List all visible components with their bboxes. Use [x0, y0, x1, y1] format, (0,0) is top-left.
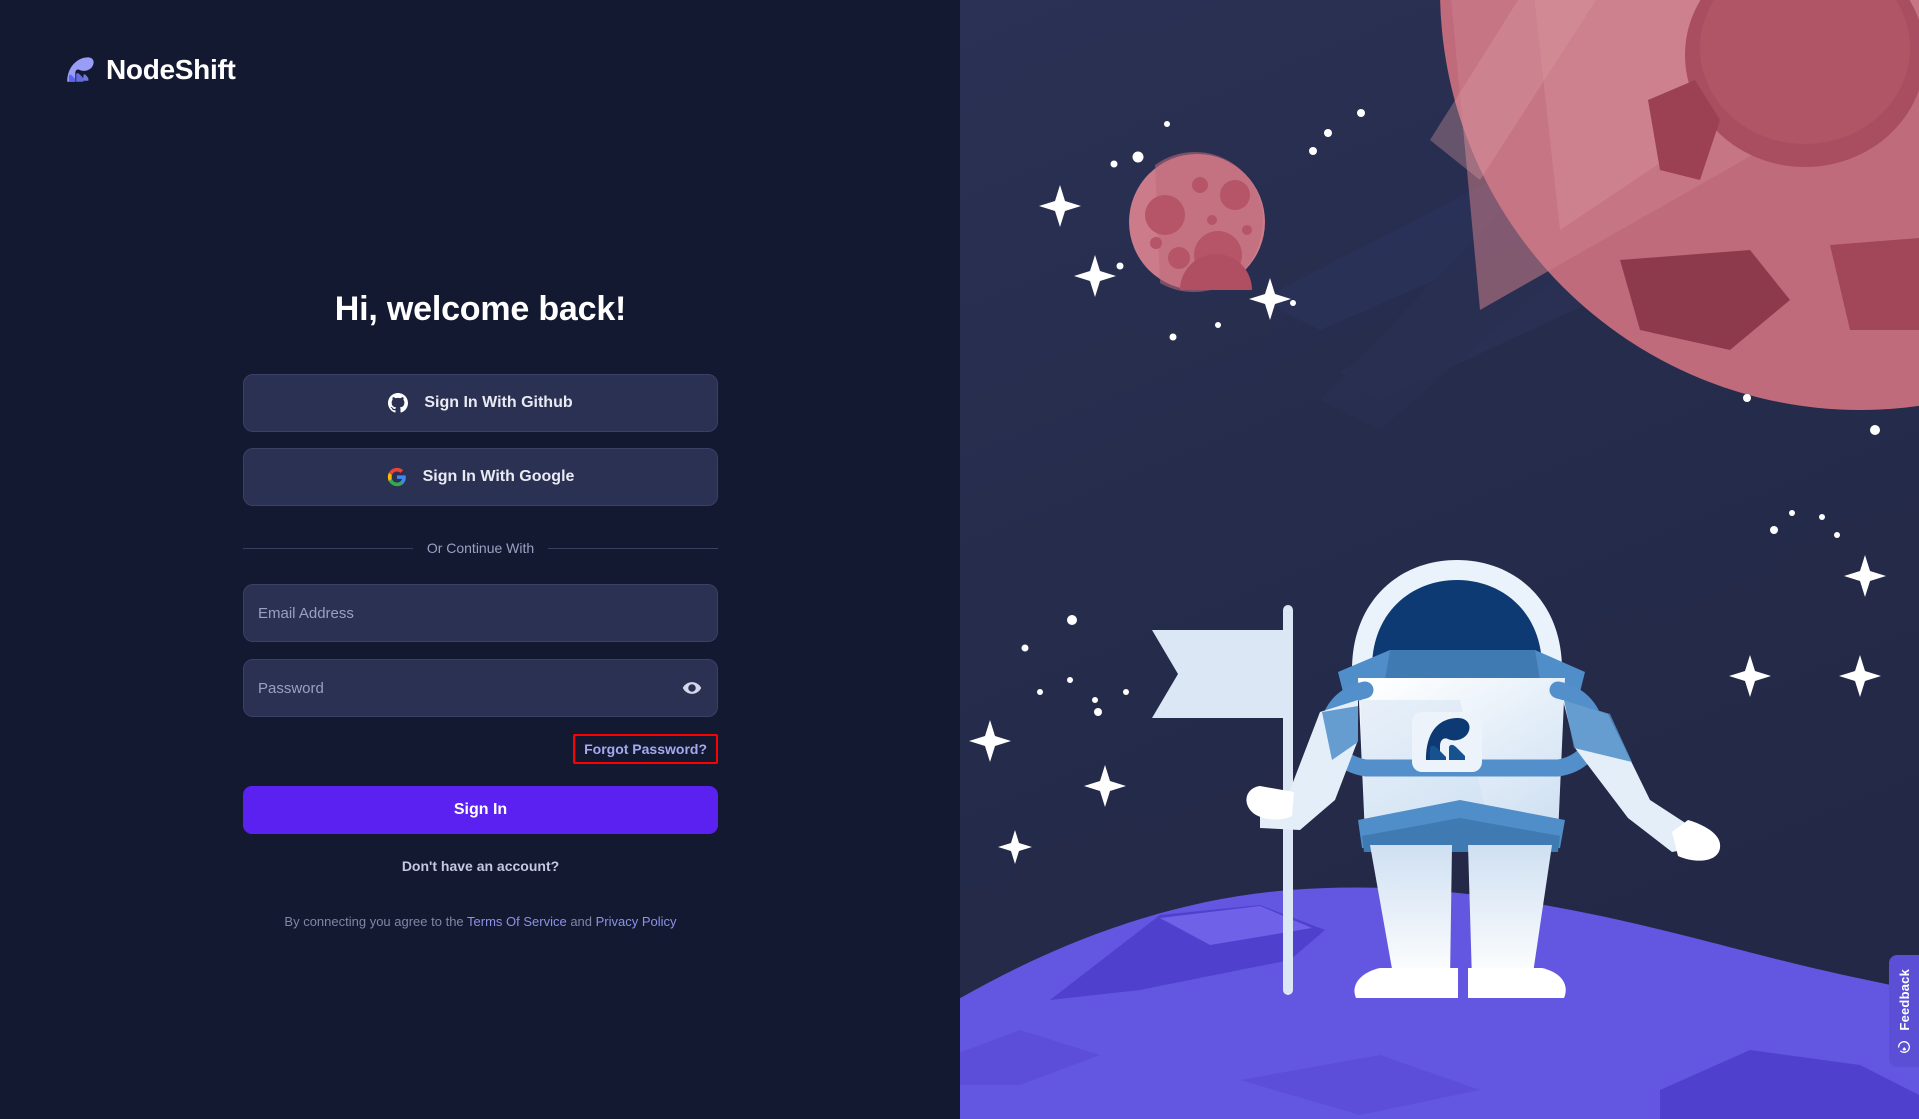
login-form: Hi, welcome back! Sign In With Github Si… [243, 290, 718, 932]
eye-icon [682, 682, 702, 694]
space-illustration [960, 0, 1919, 1119]
legal-prefix: By connecting you agree to the [284, 914, 468, 929]
illustration-panel: Feedback [960, 0, 1919, 1119]
divider-line-right [548, 547, 718, 549]
github-icon [388, 393, 409, 413]
email-field[interactable] [243, 584, 718, 642]
brand-name: NodeShift [106, 54, 236, 85]
password-field[interactable] [243, 659, 718, 717]
password-input[interactable] [244, 660, 717, 716]
feedback-button[interactable]: Feedback [1889, 955, 1919, 1067]
sign-in-with-google-button[interactable]: Sign In With Google [243, 448, 718, 506]
google-icon [387, 467, 406, 487]
toggle-password-visibility-button[interactable] [679, 675, 705, 701]
terms-of-service-link[interactable]: Terms Of Service [467, 914, 567, 929]
legal-notice: By connecting you agree to the Terms Of … [243, 912, 718, 932]
nodeshift-wave-logo-icon [67, 57, 94, 82]
forgot-password-link[interactable]: Forgot Password? [573, 734, 718, 764]
login-page: NodeShift Hi, welcome back! Sign In With… [0, 0, 1919, 1119]
divider-label: Or Continue With [426, 540, 535, 556]
legal-conjunction: and [566, 914, 596, 929]
sign-in-button[interactable]: Sign In [243, 786, 718, 834]
feedback-chat-icon [1898, 1041, 1910, 1053]
sign-in-with-github-button[interactable]: Sign In With Github [243, 374, 718, 432]
login-panel: NodeShift Hi, welcome back! Sign In With… [0, 0, 960, 1119]
divider: Or Continue With [243, 540, 718, 556]
page-title: Hi, welcome back! [334, 290, 627, 328]
privacy-policy-link[interactable]: Privacy Policy [596, 914, 677, 929]
feedback-label: Feedback [1896, 969, 1912, 1031]
sign-in-with-google-label: Sign In With Google [422, 468, 575, 485]
email-input[interactable] [244, 585, 717, 641]
divider-line-left [243, 547, 413, 549]
brand-logo[interactable]: NodeShift [60, 52, 236, 88]
forgot-password-row: Forgot Password? [243, 734, 718, 764]
sign-in-with-github-label: Sign In With Github [424, 394, 573, 411]
sign-up-link[interactable]: Don't have an account? [243, 858, 718, 874]
